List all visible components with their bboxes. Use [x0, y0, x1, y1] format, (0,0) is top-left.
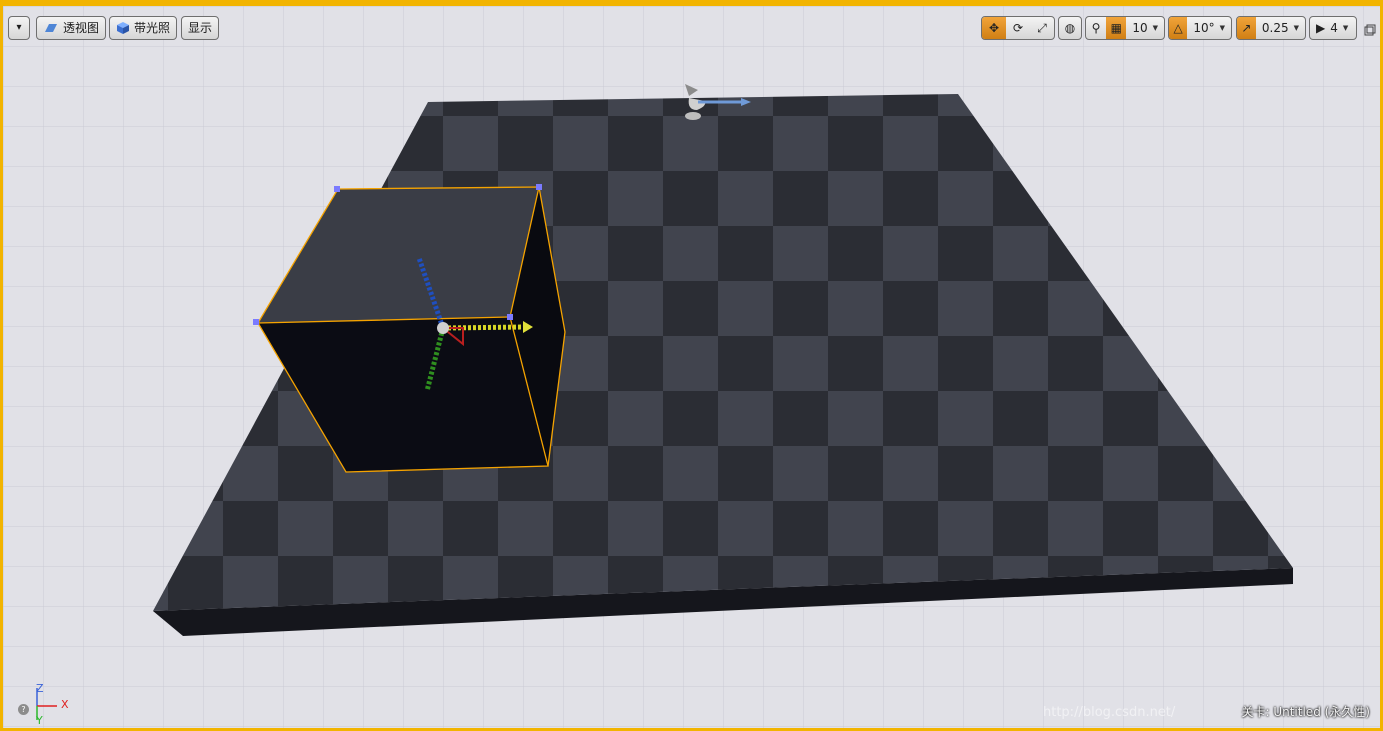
angle-icon: △	[1173, 21, 1183, 35]
transform-mode-group: ✥ ⟳ ⤢	[981, 16, 1055, 40]
surface-snap-button[interactable]: ⚲	[1086, 17, 1106, 39]
maximize-viewport-button[interactable]	[1364, 21, 1376, 36]
chevron-down-icon: ▾	[16, 22, 22, 33]
rotation-snap-toggle[interactable]: △	[1169, 17, 1188, 39]
axis-y-label: Y	[36, 714, 43, 727]
chevron-down-icon: ▼	[1219, 24, 1225, 32]
viewport-scene[interactable]	[3, 6, 1383, 731]
help-icon[interactable]: ?	[18, 704, 29, 715]
scale-snap-group: ↗ 0.25 ▼	[1236, 16, 1306, 40]
show-flags-label: 显示	[188, 21, 213, 35]
axis-x-label: X	[61, 698, 69, 711]
translate-mode-button[interactable]: ✥	[982, 17, 1006, 39]
grid-snap-group: ⚲ ▦ 10 ▼	[1085, 16, 1165, 40]
chevron-down-icon: ▼	[1152, 24, 1158, 32]
scale-snap-toggle[interactable]: ↗	[1237, 17, 1256, 39]
grid-icon: ▦	[1110, 21, 1122, 35]
coordinate-system-group: ◍	[1058, 16, 1082, 40]
rotation-snap-value-dropdown[interactable]: 10° ▼	[1187, 17, 1231, 39]
scale-icon: ⤢	[1037, 20, 1047, 35]
perspective-button[interactable]: 透视图	[36, 16, 107, 40]
scale-snap-value: 0.25	[1261, 21, 1289, 35]
maximize-icon	[1364, 24, 1376, 36]
scale-mode-button[interactable]: ⤢	[1030, 17, 1054, 39]
perspective-label: 透视图	[63, 21, 100, 35]
grid-snap-value-dropdown[interactable]: 10 ▼	[1126, 17, 1164, 39]
grid-snap-value: 10	[1132, 21, 1148, 35]
scale-arrow-icon: ↗	[1241, 21, 1252, 35]
lit-mode-button[interactable]: 带光照	[109, 16, 178, 40]
viewport-options-button[interactable]: ▾	[8, 16, 30, 40]
grid-snap-toggle[interactable]: ▦	[1106, 17, 1127, 39]
watermark-text: http://blog.csdn.net/	[1043, 705, 1176, 720]
chevron-down-icon: ▼	[1293, 24, 1299, 32]
camera-speed-value: 4	[1330, 21, 1338, 35]
show-flags-button[interactable]: 显示	[181, 16, 220, 40]
lit-cube-icon	[117, 22, 129, 34]
surface-snap-icon: ⚲	[1091, 21, 1101, 35]
chevron-down-icon: ▼	[1342, 24, 1349, 32]
rotation-snap-value: 10°	[1193, 21, 1215, 35]
globe-icon: ◍	[1064, 21, 1076, 35]
level-name-label: 关卡: Untitled (永久性)	[1241, 705, 1370, 719]
rotation-snap-group: △ 10° ▼	[1168, 16, 1232, 40]
axis-indicator	[36, 688, 57, 720]
lit-mode-label: 带光照	[134, 21, 171, 35]
perspective-icon	[45, 24, 57, 32]
camera-speed-group: ▶ 4 ▼	[1309, 16, 1357, 40]
level-viewport[interactable]: ▾ 透视图 带光照 显示 ✥ ⟳ ⤢ ◍ ⚲ ▦ 10 ▼ △ 10° ▼ ↗ 0.…	[0, 0, 1383, 731]
rotate-mode-button[interactable]: ⟳	[1006, 17, 1030, 39]
camera-icon: ▶	[1316, 21, 1326, 35]
world-coordinate-button[interactable]: ◍	[1059, 17, 1081, 39]
camera-speed-dropdown[interactable]: ▶ 4 ▼	[1310, 17, 1354, 39]
axis-z-label: Z	[36, 682, 44, 695]
rotate-icon: ⟳	[1012, 21, 1024, 35]
move-arrows-icon: ✥	[988, 21, 1000, 35]
scale-snap-value-dropdown[interactable]: 0.25 ▼	[1256, 17, 1305, 39]
